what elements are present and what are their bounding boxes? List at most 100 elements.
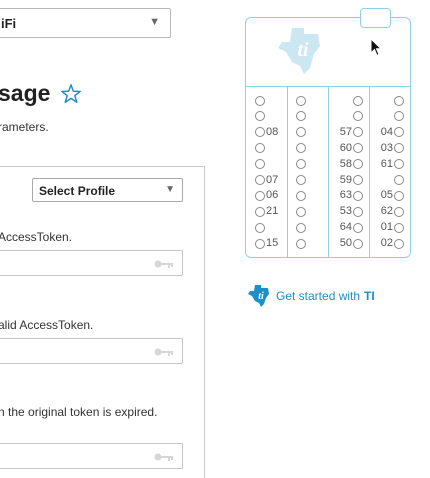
pin-circle xyxy=(255,190,265,201)
profile-select[interactable]: Select Profile ▼ xyxy=(32,178,183,202)
pin-label: 02 xyxy=(380,237,393,250)
board-pin: 53 xyxy=(340,205,363,218)
field-label-access-token: AccessToken. xyxy=(0,230,73,244)
board-pin: 57 xyxy=(340,126,363,139)
pin-circle xyxy=(353,143,363,154)
pin-circle xyxy=(296,143,306,154)
pin-label: 04 xyxy=(380,125,393,138)
key-icon xyxy=(154,260,173,268)
pin-label: 60 xyxy=(339,141,352,154)
pin-circle xyxy=(353,222,363,233)
pin-circle xyxy=(353,175,363,185)
pin-circle xyxy=(394,127,404,138)
pin-circle xyxy=(255,95,265,106)
pin-circle xyxy=(296,95,306,106)
pin-label: 57 xyxy=(339,125,352,138)
pin-circle xyxy=(296,206,306,217)
board-pin xyxy=(296,174,307,187)
page-title: sage xyxy=(0,80,82,107)
mouse-cursor-icon xyxy=(370,38,382,57)
pin-circle xyxy=(394,222,404,233)
valid-access-token-field[interactable] xyxy=(0,338,183,364)
pin-label: 63 xyxy=(339,189,352,202)
board-pin: 03 xyxy=(381,142,404,155)
board-pin xyxy=(296,221,307,234)
pin-circle xyxy=(353,159,363,170)
page-subtitle: rameters. xyxy=(0,120,49,134)
board-pin: 58 xyxy=(340,158,363,171)
board-pin xyxy=(296,94,307,107)
pin-circle xyxy=(394,111,404,122)
board-pin xyxy=(296,158,307,171)
get-started-brand: TI xyxy=(364,289,375,303)
pin-label: 05 xyxy=(380,189,393,202)
field-label-valid-access-token: alid AccessToken. xyxy=(0,318,94,332)
pin-circle xyxy=(296,222,306,233)
pin-circle xyxy=(353,190,363,201)
board-column-line xyxy=(287,87,288,257)
board-pin: 07 xyxy=(255,174,278,187)
pin-label: 15 xyxy=(266,237,279,250)
pin-label: 21 xyxy=(266,205,279,218)
pin-circle xyxy=(255,159,265,170)
network-select-value: iFi xyxy=(1,16,17,31)
pin-circle xyxy=(296,127,306,138)
pin-circle xyxy=(394,143,404,154)
board-pin: 15 xyxy=(255,237,278,250)
board-pin: 64 xyxy=(340,221,363,234)
ti-logo-icon: ti xyxy=(248,285,269,307)
profile-select-value: Select Profile xyxy=(39,184,116,198)
star-icon[interactable] xyxy=(60,83,82,105)
board-pin: 60 xyxy=(340,142,363,155)
pin-circle xyxy=(296,159,306,170)
pin-circle xyxy=(394,159,404,170)
board-column-line xyxy=(328,87,329,257)
board-pin xyxy=(296,142,307,155)
board-pin xyxy=(255,110,266,123)
field-label-refresh-token: n the original token is expired. xyxy=(0,405,158,419)
pin-circle xyxy=(353,238,363,249)
ti-logo-icon: ti xyxy=(278,28,320,74)
pin-circle xyxy=(255,143,265,154)
board-pin: 61 xyxy=(381,158,404,171)
board-pin xyxy=(393,174,404,187)
pin-circle xyxy=(255,222,265,233)
pin-label: 50 xyxy=(339,237,352,250)
board-pin: 04 xyxy=(381,126,404,139)
board-pin: 06 xyxy=(255,189,278,202)
pin-circle xyxy=(255,111,265,122)
board-pin xyxy=(296,189,307,202)
board-pin: 21 xyxy=(255,205,278,218)
pin-circle xyxy=(296,190,306,201)
pin-circle xyxy=(255,238,265,249)
get-started-link[interactable]: ti Get started with TI xyxy=(247,284,375,308)
access-token-field[interactable] xyxy=(0,250,183,276)
board-pin: 05 xyxy=(381,189,404,202)
key-icon xyxy=(154,453,173,461)
pin-label: 03 xyxy=(380,141,393,154)
pin-circle xyxy=(296,175,306,185)
chevron-down-icon: ▼ xyxy=(149,16,160,28)
board-pin xyxy=(296,126,307,139)
board-pin xyxy=(352,110,363,123)
pin-label: 07 xyxy=(266,173,279,186)
pin-circle xyxy=(255,175,265,185)
board-pin: 01 xyxy=(381,221,404,234)
board-pin xyxy=(255,94,266,107)
chevron-down-icon: ▼ xyxy=(165,184,175,195)
refresh-token-field[interactable] xyxy=(0,443,183,469)
page-title-text: sage xyxy=(0,80,51,106)
svg-text:ti: ti xyxy=(258,291,264,302)
board-pin xyxy=(296,110,307,123)
svg-text:ti: ti xyxy=(297,39,309,61)
board-pin: 62 xyxy=(381,205,404,218)
pin-circle xyxy=(353,95,363,106)
pin-label: 53 xyxy=(339,205,352,218)
pin-circle xyxy=(394,175,404,185)
pin-circle xyxy=(394,95,404,106)
pin-circle xyxy=(394,238,404,249)
pin-label: 08 xyxy=(266,125,279,138)
network-select[interactable]: iFi ▼ xyxy=(0,8,171,38)
board-pin xyxy=(296,205,307,218)
board-pin xyxy=(352,94,363,107)
